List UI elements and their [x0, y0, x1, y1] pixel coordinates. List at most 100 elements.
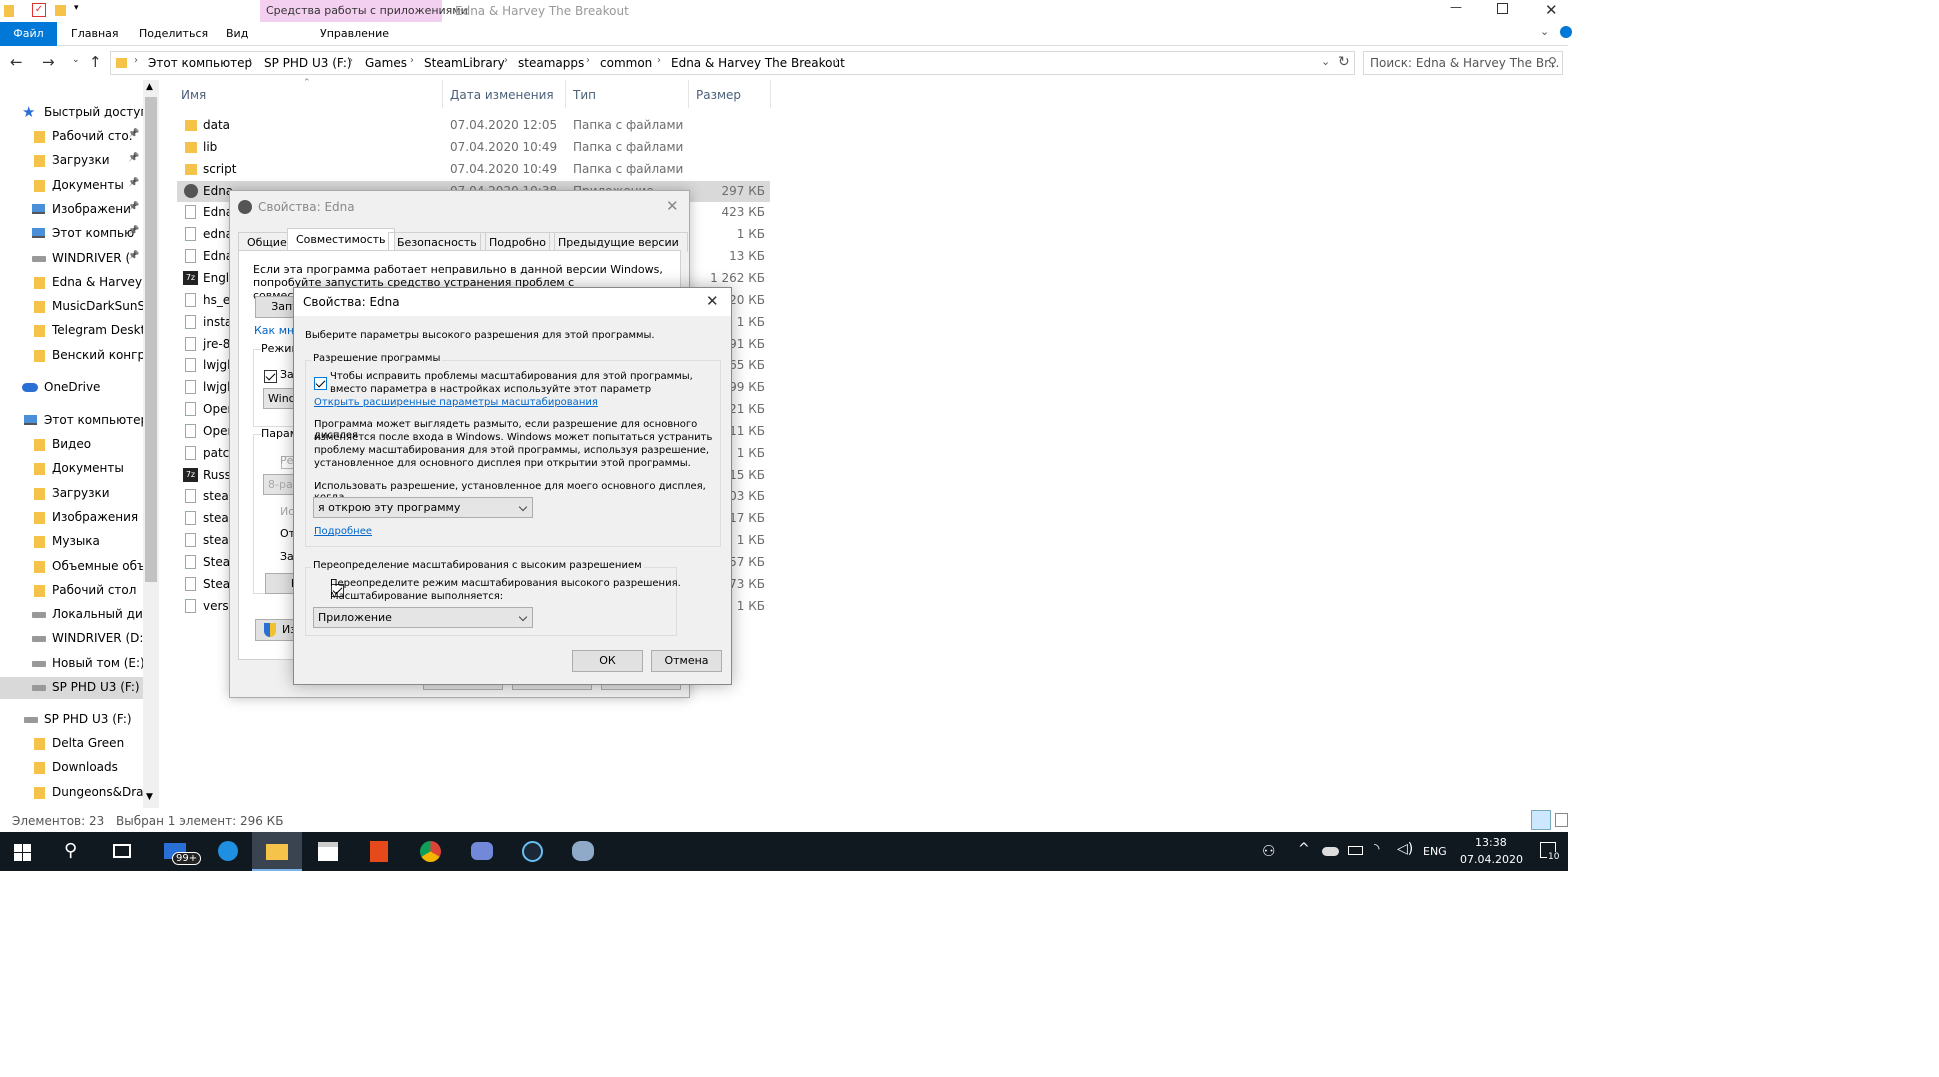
close-icon[interactable]: ✕ [706, 292, 719, 310]
ok-button[interactable]: ОК [572, 650, 643, 672]
scroll-thumb[interactable] [145, 97, 157, 582]
sidebar-item-quick-item-0[interactable]: Рабочий сто. 📌 [0, 126, 143, 148]
sidebar-item-quick-item-7[interactable]: MusicDarkSunSp [0, 296, 143, 318]
chrome-icon[interactable] [420, 841, 441, 862]
close-icon[interactable]: ✕ [666, 197, 679, 215]
column-size[interactable]: Размер [696, 88, 741, 102]
cancel-button[interactable]: Отмена [651, 650, 722, 672]
help-icon[interactable] [1560, 26, 1572, 38]
show-hidden-icons[interactable]: ^ [1298, 841, 1310, 857]
volume-icon[interactable]: ◁) [1397, 841, 1413, 857]
sidebar-item-drive-root[interactable]: SP PHD U3 (F:) [0, 709, 143, 731]
sidebar-item-pc-item-8[interactable]: WINDRIVER (D:) [0, 628, 143, 650]
sidebar-item-quick-item-5[interactable]: WINDRIVER (📌 [0, 248, 143, 270]
sidebar-item-pc-item-5[interactable]: Объемные объ [0, 556, 143, 578]
tab-details[interactable]: Подробно [480, 232, 556, 252]
wifi-icon[interactable]: ◝ [1374, 841, 1379, 857]
advanced-scaling-link[interactable]: Открыть расширенные параметры масштабиро… [314, 397, 598, 408]
column-name[interactable]: Имя [181, 88, 206, 102]
tab-share[interactable]: Поделиться [139, 27, 208, 40]
sidebar-item-quick-access[interactable]: ★ Быстрый доступ [0, 102, 143, 124]
scaling-performed-select[interactable]: Приложение [313, 607, 533, 628]
sidebar-item-pc-item-0[interactable]: Видео [0, 434, 143, 456]
sidebar-item-quick-item-8[interactable]: Telegram Deskto [0, 320, 143, 342]
tab-security[interactable]: Безопасность [388, 232, 486, 252]
sidebar-item-pc-item-1[interactable]: Документы [0, 458, 143, 480]
sidebar-item-pc-item-9[interactable]: Новый том (E:) [0, 653, 143, 675]
language-indicator[interactable]: ENG [1423, 845, 1447, 858]
sidebar-item-pc-item-10[interactable]: SP PHD U3 (F:) [0, 677, 143, 699]
customize-quick-icon[interactable]: ▾ [74, 3, 79, 13]
back-icon[interactable]: ← [10, 53, 23, 71]
office-icon[interactable] [370, 841, 388, 862]
sidebar-item-pc-item-6[interactable]: Рабочий стол [0, 580, 143, 602]
nav-scrollbar[interactable]: ▲ ▼ [143, 80, 159, 808]
crumb-games[interactable]: Games [365, 56, 407, 70]
tab-view[interactable]: Вид [226, 27, 248, 40]
paint-icon[interactable] [572, 841, 594, 861]
steam-icon[interactable] [522, 841, 543, 862]
sidebar-item-drive-item-1[interactable]: Downloads [0, 757, 143, 779]
scroll-up-icon[interactable]: ▲ [146, 82, 153, 92]
sidebar-item-drive-item-2[interactable]: Dungeons&Drag [0, 782, 143, 804]
sidebar-item-quick-item-9[interactable]: Венский конгре [0, 345, 143, 367]
program-dpi-checkbox[interactable] [314, 377, 327, 390]
store-icon[interactable] [318, 842, 338, 861]
crumb-this-pc[interactable]: Этот компьютер [148, 56, 252, 70]
crumb-common[interactable]: common [600, 56, 652, 70]
edge-icon[interactable] [218, 841, 238, 861]
sidebar-item-this-pc[interactable]: Этот компьютер [0, 410, 143, 432]
table-row[interactable]: data 07.04.2020 12:05 Папка с файлами [177, 115, 770, 136]
details-view-icon[interactable] [1531, 810, 1551, 830]
compat-mode-checkbox[interactable] [264, 370, 277, 383]
refresh-icon[interactable]: ↻ [1338, 54, 1350, 70]
sidebar-item-quick-item-1[interactable]: Загрузки 📌 [0, 150, 143, 172]
sidebar-item-pc-item-4[interactable]: Музыка [0, 531, 143, 553]
discord-icon[interactable] [471, 842, 493, 860]
search-icon[interactable]: ⚲ [64, 840, 77, 861]
battery-icon[interactable] [1348, 846, 1363, 855]
windows-start-icon[interactable] [14, 844, 31, 861]
large-icons-view-icon[interactable] [1555, 813, 1568, 827]
clock-time[interactable]: 13:38 [1475, 836, 1507, 849]
sidebar-item-quick-item-3[interactable]: Изображени 📌 [0, 199, 143, 221]
crumb-current[interactable]: Edna & Harvey The Breakout [671, 56, 845, 70]
column-type[interactable]: Тип [573, 88, 596, 102]
minimize-button[interactable]: — [1450, 0, 1466, 20]
tab-file[interactable]: Файл [0, 22, 57, 46]
address-dropdown-icon[interactable]: ⌄ [1321, 55, 1330, 68]
table-row[interactable]: script 07.04.2020 10:49 Папка с файлами [177, 159, 770, 180]
new-folder-quick-icon[interactable] [55, 5, 66, 16]
explorer-taskbar-button[interactable] [252, 832, 302, 871]
onedrive-tray-icon[interactable] [1322, 847, 1339, 856]
search-input[interactable]: Поиск: Edna & Harvey The Br... ⚲ [1363, 51, 1563, 75]
people-icon[interactable]: ⚇ [1262, 842, 1275, 860]
sidebar-item-onedrive[interactable]: OneDrive [0, 377, 143, 399]
task-view-icon[interactable] [113, 844, 131, 858]
recent-chevron-icon[interactable]: ⌄ [72, 55, 80, 65]
clock-date[interactable]: 07.04.2020 [1460, 853, 1523, 866]
sidebar-item-quick-item-6[interactable]: Edna & Harvey T [0, 272, 143, 294]
close-button[interactable]: ✕ [1545, 1, 1558, 19]
sidebar-item-drive-item-0[interactable]: Delta Green [0, 733, 143, 755]
crumb-drive[interactable]: SP PHD U3 (F:) [264, 56, 352, 70]
table-row[interactable]: lib 07.04.2020 10:49 Папка с файлами [177, 137, 770, 158]
address-bar[interactable]: › Этот компьютер › SP PHD U3 (F:) › Game… [110, 51, 1355, 75]
column-date[interactable]: Дата изменения [450, 88, 554, 102]
forward-icon[interactable]: → [42, 53, 55, 71]
learn-more-link[interactable]: Подробнее [314, 526, 372, 537]
tab-home[interactable]: Главная [71, 27, 119, 40]
sidebar-item-quick-item-2[interactable]: Документы 📌 [0, 175, 143, 197]
crumb-steamlibrary[interactable]: SteamLibrary [424, 56, 505, 70]
up-icon[interactable]: ↑ [89, 53, 102, 71]
sidebar-item-pc-item-2[interactable]: Загрузки [0, 483, 143, 505]
maximize-button[interactable] [1497, 3, 1508, 14]
sidebar-item-pc-item-7[interactable]: Локальный дис [0, 604, 143, 626]
expand-ribbon-icon[interactable]: ⌄ [1540, 25, 1549, 38]
tab-previous-versions[interactable]: Предыдущие версии [549, 232, 688, 252]
crumb-steamapps[interactable]: steamapps [518, 56, 584, 70]
use-dpi-select[interactable]: я открою эту программу [313, 497, 533, 518]
sidebar-item-quick-item-4[interactable]: Этот компью 📌 [0, 223, 143, 245]
tab-manage[interactable]: Управление [320, 27, 389, 40]
tab-compatibility[interactable]: Совместимость [287, 228, 395, 250]
